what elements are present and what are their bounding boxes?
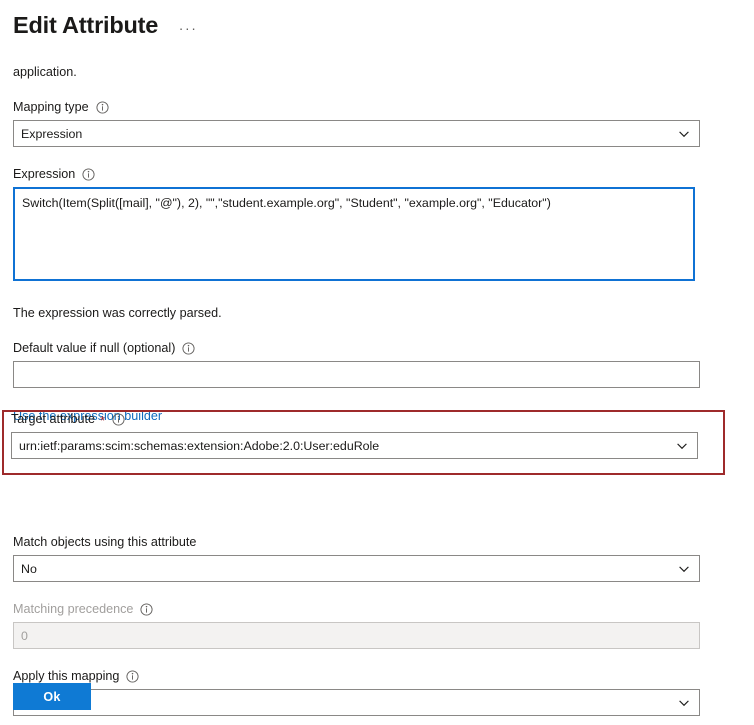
mapping-type-label-text: Mapping type <box>13 100 89 114</box>
chevron-down-icon <box>677 562 691 576</box>
intro-text: application. <box>13 65 77 79</box>
field-expression: Expression <box>13 166 754 286</box>
match-objects-select[interactable]: No <box>13 555 700 582</box>
expression-textarea[interactable] <box>13 187 695 281</box>
expression-label-text: Expression <box>13 167 76 181</box>
field-matching-precedence: Matching precedence <box>13 601 754 649</box>
default-value-label: Default value if null (optional) <box>13 340 754 356</box>
matching-precedence-label-text: Matching precedence <box>13 602 134 616</box>
default-value-label-text: Default value if null (optional) <box>13 341 176 355</box>
panel-body: application. Mapping type Expression Exp… <box>0 64 754 716</box>
mapping-type-value: Expression <box>21 126 83 141</box>
matching-precedence-input <box>13 622 700 649</box>
matching-precedence-label: Matching precedence <box>13 601 754 617</box>
chevron-down-icon <box>675 439 689 453</box>
match-objects-label: Match objects using this attribute <box>13 534 754 550</box>
field-match-objects: Match objects using this attribute No <box>13 534 754 582</box>
apply-mapping-label: Apply this mapping <box>13 668 754 684</box>
target-attribute-select[interactable]: urn:ietf:params:scim:schemas:extension:A… <box>11 432 698 459</box>
match-objects-value: No <box>21 561 37 576</box>
chevron-down-icon <box>677 127 691 141</box>
edit-attribute-panel: Edit Attribute ··· application. Mapping … <box>0 0 754 725</box>
default-value-input[interactable] <box>13 361 700 388</box>
info-icon[interactable] <box>82 167 95 181</box>
page-title: Edit Attribute <box>13 12 159 38</box>
field-mapping-type: Mapping type Expression <box>13 99 754 147</box>
required-indicator: * <box>100 413 106 428</box>
target-attribute-label: Target attribute * <box>11 411 711 427</box>
field-default-value: Default value if null (optional) <box>13 340 754 388</box>
panel-footer: Ok <box>0 683 754 710</box>
info-icon[interactable] <box>126 669 139 683</box>
panel-header: Edit Attribute ··· <box>0 0 754 42</box>
target-attribute-value: urn:ietf:params:scim:schemas:extension:A… <box>19 438 380 453</box>
match-objects-label-text: Match objects using this attribute <box>13 535 197 549</box>
target-attribute-label-text: Target attribute <box>11 412 96 426</box>
apply-mapping-label-text: Apply this mapping <box>13 669 120 683</box>
info-icon[interactable] <box>96 100 109 114</box>
mapping-type-label: Mapping type <box>13 99 754 115</box>
ok-button[interactable]: Ok <box>13 683 91 710</box>
info-icon[interactable] <box>112 412 125 426</box>
info-icon[interactable] <box>140 602 153 616</box>
mapping-type-select[interactable]: Expression <box>13 120 700 147</box>
info-icon[interactable] <box>182 341 195 355</box>
more-options-icon[interactable]: ··· <box>176 18 200 38</box>
expression-label: Expression <box>13 166 754 182</box>
field-target-attribute: Target attribute * urn:ietf:params:scim:… <box>11 411 711 459</box>
expression-parse-status: The expression was correctly parsed. <box>13 306 222 320</box>
